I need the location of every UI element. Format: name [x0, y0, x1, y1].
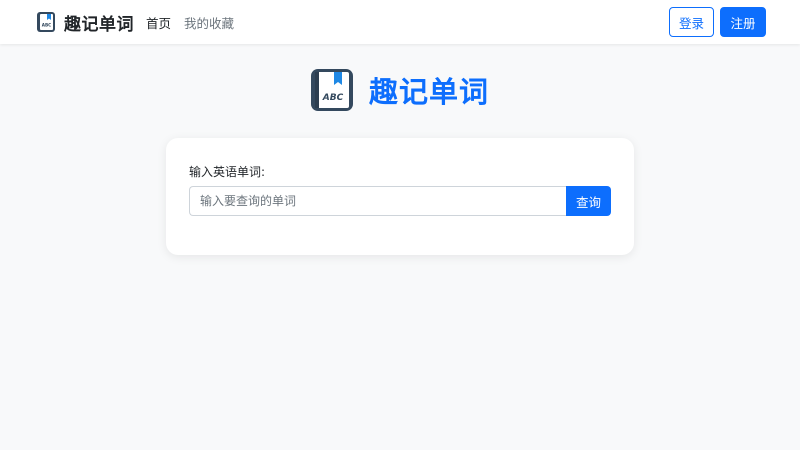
- brand-title: 趣记单词: [64, 14, 134, 35]
- svg-text:ABC: ABC: [322, 93, 344, 103]
- brand-link[interactable]: ABC 趣记单词: [36, 10, 134, 35]
- hero-title: 趣记单词: [369, 75, 490, 109]
- login-button[interactable]: 登录: [669, 7, 714, 37]
- search-input[interactable]: [189, 186, 567, 216]
- nav-link-home[interactable]: 首页: [146, 13, 171, 32]
- search-card: 输入英语单词: 查询: [166, 138, 634, 255]
- search-button[interactable]: 查询: [566, 186, 611, 216]
- hero: ABC 趣记单词: [309, 66, 489, 114]
- svg-text:ABC: ABC: [42, 23, 52, 28]
- search-label: 输入英语单词:: [189, 165, 266, 179]
- book-logo-icon: ABC: [309, 67, 355, 113]
- book-logo-icon: ABC: [36, 11, 56, 33]
- navbar: ABC 趣记单词 首页 我的收藏 登录 注册: [0, 0, 800, 44]
- register-button[interactable]: 注册: [720, 7, 766, 37]
- nav-link-favorites[interactable]: 我的收藏: [184, 13, 234, 32]
